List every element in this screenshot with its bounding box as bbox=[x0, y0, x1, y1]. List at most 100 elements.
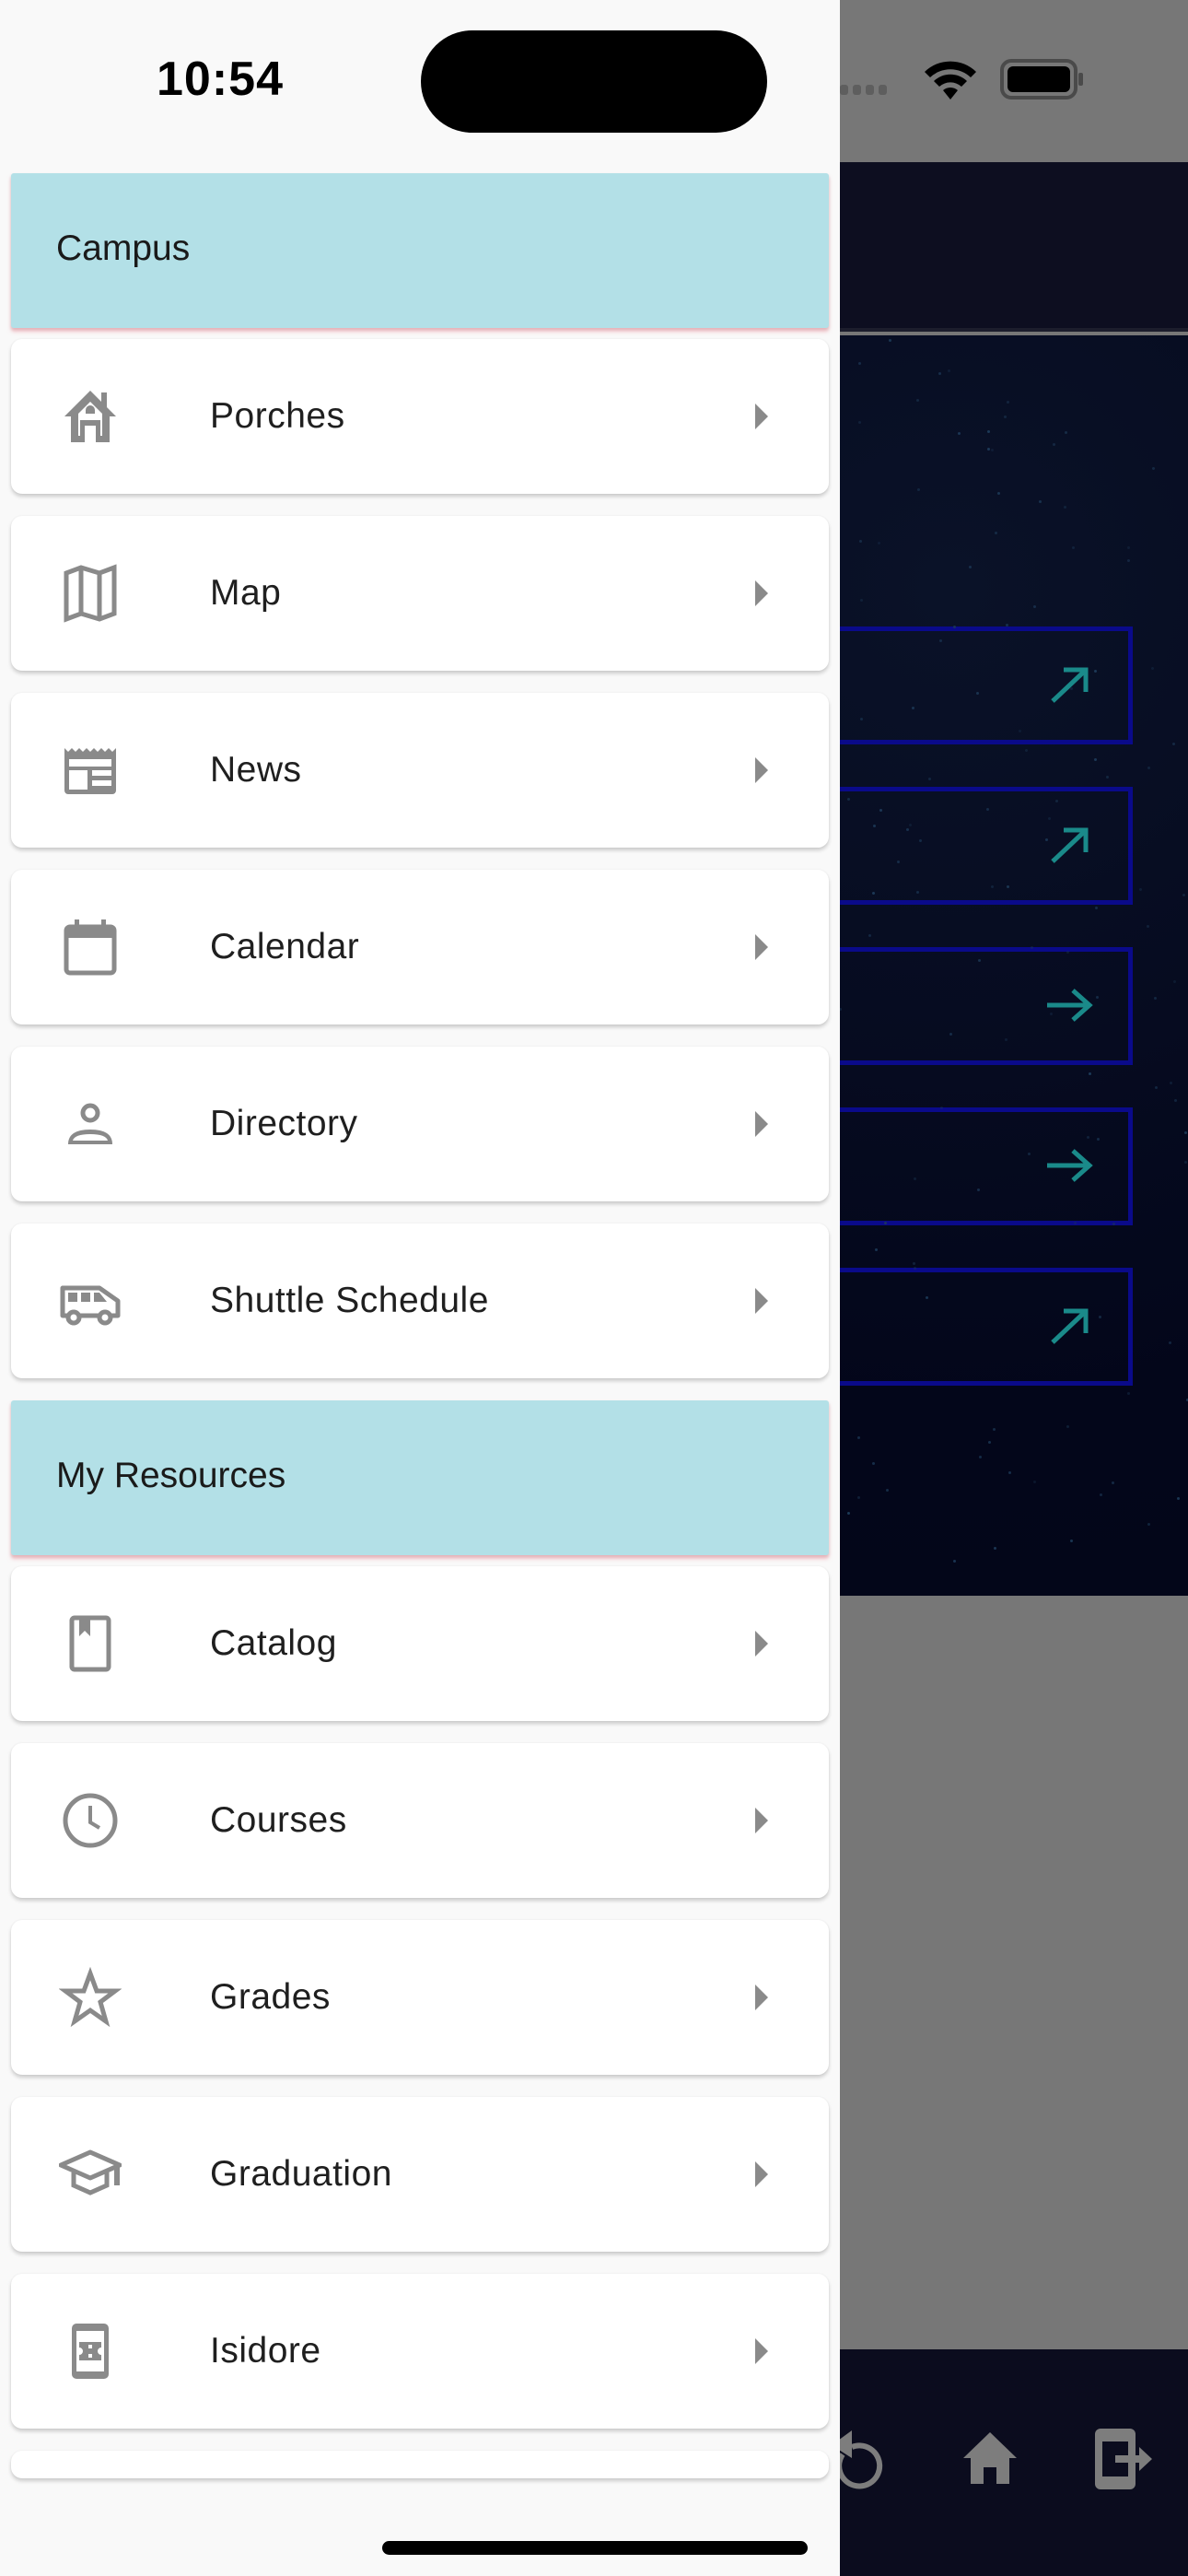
star-speckle bbox=[987, 447, 991, 451]
background-link-card[interactable] bbox=[792, 787, 1133, 905]
menu-item-grades[interactable]: Grades bbox=[11, 1920, 829, 2075]
cellular-dots-icon bbox=[840, 85, 887, 95]
star-speckle bbox=[1147, 1523, 1150, 1527]
menu-item-calendar[interactable]: Calendar bbox=[11, 870, 829, 1025]
van-icon bbox=[60, 1285, 121, 1326]
menu-item-label: Grades bbox=[210, 1977, 331, 2017]
star-speckle bbox=[968, 566, 972, 569]
background-link-card[interactable] bbox=[792, 1107, 1133, 1225]
star-speckle bbox=[1095, 996, 1099, 1000]
star-speckle bbox=[857, 361, 861, 365]
star-speckle bbox=[947, 369, 950, 373]
chevron-right-icon bbox=[755, 1111, 768, 1137]
star-speckle bbox=[1170, 1082, 1173, 1085]
star-speckle bbox=[916, 487, 920, 491]
wifi-icon bbox=[925, 61, 976, 100]
menu-item-label: Courses bbox=[210, 1800, 347, 1840]
chevron-right-icon bbox=[755, 2161, 768, 2187]
newspaper-icon bbox=[64, 748, 116, 794]
menu-item-graduation[interactable]: Graduation bbox=[11, 2097, 829, 2252]
menu-item-isidore[interactable]: Isidore bbox=[11, 2274, 829, 2429]
logout-icon[interactable] bbox=[1091, 2427, 1156, 2491]
menu-item-label: Shuttle Schedule bbox=[210, 1281, 489, 1320]
star-speckle bbox=[1025, 749, 1029, 753]
section-title: My Resources bbox=[56, 1456, 286, 1495]
status-bar: 10:54 bbox=[0, 0, 840, 162]
star-speckle bbox=[1054, 800, 1058, 803]
home-indicator[interactable] bbox=[382, 2541, 808, 2555]
menu-item-partial[interactable] bbox=[11, 2451, 829, 2478]
chevron-right-icon bbox=[755, 934, 768, 960]
star-speckle bbox=[889, 339, 892, 343]
star-speckle bbox=[949, 1032, 952, 1036]
chevron-right-icon bbox=[755, 757, 768, 783]
star-speckle bbox=[1184, 1161, 1188, 1165]
star-speckle bbox=[978, 958, 982, 962]
star-speckle bbox=[1126, 546, 1130, 550]
drawer-menu: Campus Porches Map News Calendar Directo… bbox=[11, 173, 829, 2478]
chevron-right-icon bbox=[755, 2338, 768, 2364]
star-speckle bbox=[846, 1512, 850, 1516]
book-icon bbox=[69, 1615, 111, 1672]
star-speckle bbox=[1066, 951, 1069, 954]
star-speckle bbox=[879, 808, 883, 812]
star-speckle bbox=[916, 890, 920, 894]
star-speckle bbox=[1112, 1481, 1115, 1485]
star-speckle bbox=[1063, 505, 1066, 509]
star-speckle bbox=[1100, 1493, 1102, 1497]
menu-item-courses[interactable]: Courses bbox=[11, 1743, 829, 1898]
house-icon bbox=[64, 391, 116, 442]
star-speckle bbox=[1006, 400, 1009, 404]
star-speckle bbox=[1039, 500, 1042, 504]
home-icon[interactable] bbox=[958, 2427, 1022, 2491]
star-speckle bbox=[1146, 925, 1149, 929]
star-speckle bbox=[1005, 1037, 1008, 1041]
menu-item-map[interactable]: Map bbox=[11, 516, 829, 671]
star-speckle bbox=[978, 1456, 982, 1459]
star-speckle bbox=[913, 1177, 916, 1180]
star-speckle bbox=[1033, 604, 1037, 608]
menu-item-catalog[interactable]: Catalog bbox=[11, 1566, 829, 1721]
chevron-right-icon bbox=[755, 1631, 768, 1657]
background-link-card[interactable] bbox=[792, 947, 1133, 1065]
menu-item-label: Isidore bbox=[210, 2331, 321, 2371]
star-speckle bbox=[1086, 1136, 1089, 1140]
screen: eak 10:54 Campus bbox=[0, 0, 1188, 2576]
background-link-card[interactable] bbox=[792, 1268, 1133, 1386]
background-link-card[interactable] bbox=[792, 626, 1133, 744]
tablet-icon bbox=[72, 2324, 109, 2379]
arrow-up-right-icon bbox=[1051, 667, 1089, 703]
chevron-right-icon bbox=[755, 1985, 768, 2010]
menu-item-porches[interactable]: Porches bbox=[11, 339, 829, 494]
star-icon bbox=[59, 1966, 122, 2028]
menu-item-shuttle-schedule[interactable]: Shuttle Schedule bbox=[11, 1224, 829, 1378]
menu-item-news[interactable]: News bbox=[11, 693, 829, 848]
star-speckle bbox=[1065, 431, 1068, 435]
star-speckle bbox=[871, 1461, 875, 1465]
star-speckle bbox=[886, 1488, 890, 1492]
arrow-right-icon bbox=[1047, 1149, 1093, 1182]
chevron-right-icon bbox=[755, 1288, 768, 1314]
navigation-drawer: 10:54 Campus Porches Map News Calendar D… bbox=[0, 0, 840, 2576]
menu-item-directory[interactable]: Directory bbox=[11, 1047, 829, 1201]
map-icon bbox=[64, 564, 117, 623]
chevron-right-icon bbox=[755, 404, 768, 429]
star-speckle bbox=[1174, 1098, 1178, 1102]
star-speckle bbox=[1098, 1316, 1101, 1319]
star-speckle bbox=[953, 1560, 957, 1563]
star-speckle bbox=[1150, 666, 1154, 670]
star-speckle bbox=[1066, 1424, 1069, 1428]
star-speckle bbox=[938, 372, 941, 376]
star-speckle bbox=[1171, 742, 1175, 745]
chevron-right-icon bbox=[755, 1808, 768, 1833]
star-speckle bbox=[992, 1428, 996, 1432]
star-speckle bbox=[1138, 888, 1142, 892]
arrow-right-icon bbox=[1047, 989, 1093, 1022]
star-speckle bbox=[1004, 416, 1007, 419]
star-speckle bbox=[1005, 623, 1008, 626]
star-speckle bbox=[868, 934, 871, 938]
star-speckle bbox=[958, 431, 961, 435]
star-speckle bbox=[1095, 907, 1099, 910]
section-header-campus: Campus bbox=[11, 173, 829, 328]
star-speckle bbox=[1176, 1496, 1180, 1500]
